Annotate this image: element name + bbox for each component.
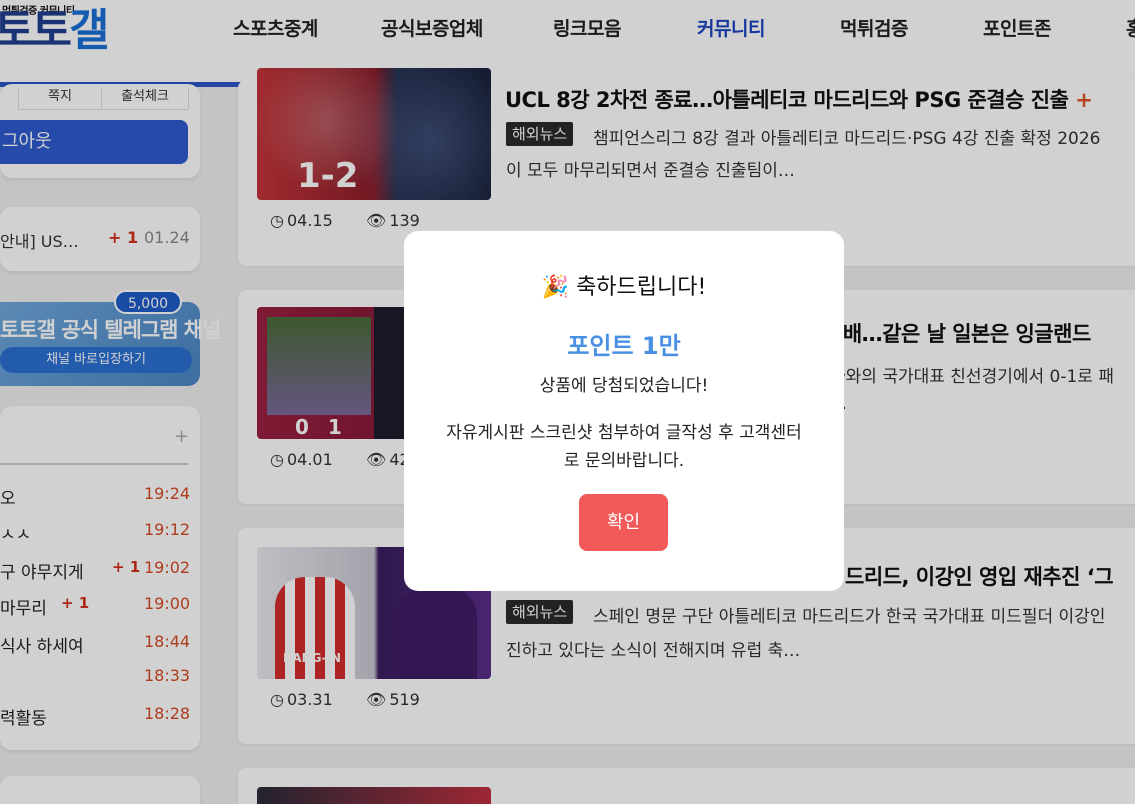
win-message: 상품에 당첨되었습니다!	[539, 376, 709, 396]
prize-text: 포인트 1만	[567, 332, 681, 360]
page: 먹튀검증 커뮤니티 토토갤 스포츠중계 공식보증업체 링크모음 커뮤니티 먹튀검…	[0, 0, 1135, 804]
instruction-message: 자유게시판 스크린샷 첨부하여 글작성 후 고객센터로 문의바랍니다.	[446, 423, 802, 471]
congrats-modal: 🎉 축하드립니다! 포인트 1만 상품에 당첨되었습니다! 자유게시판 스크린샷…	[404, 231, 844, 591]
confirm-button[interactable]: 확인	[579, 494, 668, 551]
party-popper-icon: 🎉	[541, 275, 570, 300]
modal-title-text: 축하드립니다!	[576, 275, 707, 300]
modal-title: 🎉 축하드립니다!	[404, 269, 844, 301]
